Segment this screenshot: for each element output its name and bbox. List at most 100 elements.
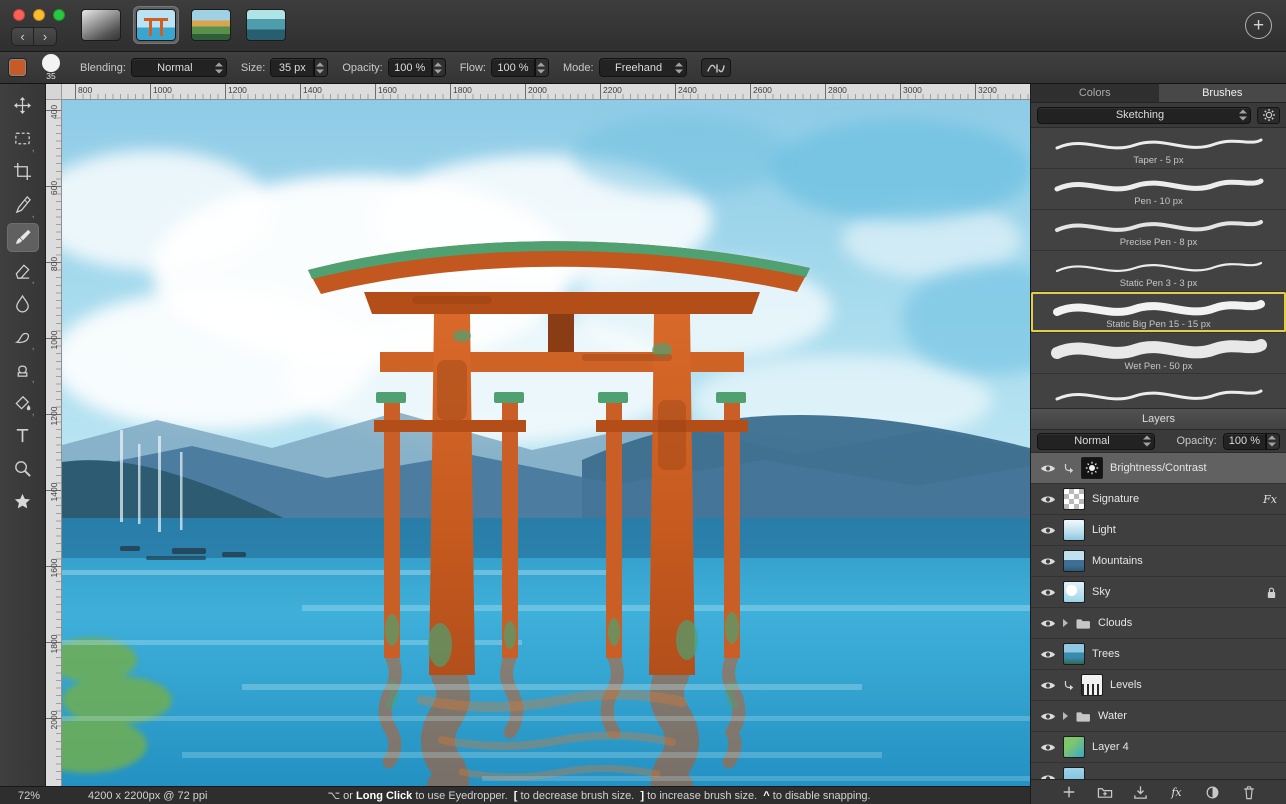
opacity-value[interactable]: 100 %: [388, 58, 432, 77]
brush-category-value: Sketching: [1116, 109, 1164, 121]
brush-item[interactable]: Pen - 10 px: [1031, 169, 1286, 210]
layer-row-trees[interactable]: Trees: [1031, 639, 1286, 670]
visibility-eye-icon[interactable]: [1040, 463, 1056, 474]
star-icon: [13, 492, 32, 511]
visibility-eye-icon[interactable]: [1040, 556, 1056, 567]
flow-stepper[interactable]: 100 %: [491, 58, 549, 77]
layer-thumbnail[interactable]: [1063, 550, 1085, 572]
brush-category-dropdown[interactable]: Sketching: [1037, 107, 1251, 124]
tool-move[interactable]: [7, 91, 39, 120]
zoom-window-button[interactable]: [53, 9, 65, 21]
tool-pen[interactable]: ,: [7, 190, 39, 219]
flow-value[interactable]: 100 %: [491, 58, 535, 77]
close-window-button[interactable]: [13, 9, 25, 21]
ruler-vertical[interactable]: 400600800100012001400160018002000: [46, 100, 62, 786]
layer-row-sky[interactable]: Sky: [1031, 577, 1286, 608]
visibility-eye-icon[interactable]: [1040, 618, 1056, 629]
visibility-eye-icon[interactable]: [1040, 680, 1056, 691]
document-tab-2[interactable]: [133, 6, 179, 44]
layer-row-clouds[interactable]: Clouds: [1031, 608, 1286, 639]
layer-row-mountains[interactable]: Mountains: [1031, 546, 1286, 577]
layer-row-levels[interactable]: Levels: [1031, 670, 1286, 701]
brush-item[interactable]: Taper - 5 px: [1031, 128, 1286, 169]
forward-button[interactable]: ›: [34, 27, 57, 46]
tool-flood-fill[interactable]: ,: [7, 388, 39, 417]
layer-row-layer4[interactable]: Layer 4: [1031, 732, 1286, 763]
layer-effects-button[interactable]: fx: [1167, 783, 1187, 801]
tool-smudge[interactable]: ,: [7, 322, 39, 351]
layer-opacity-spin-buttons[interactable]: [1266, 433, 1280, 450]
layer-thumbnail[interactable]: [1063, 643, 1085, 665]
brush-item[interactable]: Precise Pen - 8 px: [1031, 210, 1286, 251]
disclosure-triangle-icon[interactable]: [1063, 712, 1068, 720]
layer-thumbnail[interactable]: [1063, 736, 1085, 758]
layer-fx-badge[interactable]: Fx: [1263, 493, 1277, 506]
brush-item[interactable]: [1031, 374, 1286, 408]
visibility-eye-icon[interactable]: [1040, 649, 1056, 660]
tab-brushes[interactable]: Brushes: [1159, 84, 1286, 102]
layer-lock-badge[interactable]: [1266, 586, 1277, 599]
adjustment-thumbnail[interactable]: [1081, 674, 1103, 696]
size-value[interactable]: 35 px: [270, 58, 314, 77]
tool-blur[interactable]: [7, 289, 39, 318]
document-tab-1[interactable]: [78, 6, 124, 44]
adjustment-thumbnail[interactable]: [1081, 457, 1103, 479]
brush-item-selected[interactable]: Static Big Pen 15 - 15 px: [1031, 292, 1286, 333]
layer-thumbnail[interactable]: [1063, 581, 1085, 603]
stabilizer-button[interactable]: [701, 58, 731, 77]
disclosure-triangle-icon[interactable]: [1063, 619, 1068, 627]
layer-opacity-value[interactable]: 100 %: [1223, 433, 1266, 450]
brush-item[interactable]: Static Pen 3 - 3 px: [1031, 251, 1286, 292]
layer-opacity-stepper[interactable]: 100 %: [1223, 433, 1280, 450]
tool-crop[interactable]: [7, 157, 39, 186]
visibility-eye-icon[interactable]: [1040, 711, 1056, 722]
color-swatch[interactable]: [9, 59, 26, 76]
size-stepper[interactable]: 35 px: [270, 58, 328, 77]
layer-thumbnail[interactable]: [1063, 767, 1085, 779]
merge-layer-button[interactable]: [1131, 783, 1151, 801]
visibility-eye-icon[interactable]: [1040, 525, 1056, 536]
layer-name: Layer 4: [1092, 741, 1277, 753]
tool-zoom[interactable]: [7, 454, 39, 483]
layer-opacity-label: Opacity:: [1176, 435, 1216, 447]
tool-favorites[interactable]: [7, 487, 39, 516]
layer-row-brightness-contrast[interactable]: Brightness/Contrast: [1031, 453, 1286, 484]
visibility-eye-icon[interactable]: [1040, 587, 1056, 598]
size-spin-buttons[interactable]: [314, 58, 328, 77]
tool-paint-brush[interactable]: [7, 223, 39, 252]
delete-layer-button[interactable]: [1239, 783, 1259, 801]
tab-colors[interactable]: Colors: [1031, 84, 1159, 102]
minimize-window-button[interactable]: [33, 9, 45, 21]
layer-row-light[interactable]: Light: [1031, 515, 1286, 546]
tool-marquee[interactable]: ,: [7, 124, 39, 153]
layer-row-partial[interactable]: [1031, 763, 1286, 779]
visibility-eye-icon[interactable]: [1040, 494, 1056, 505]
dropdown-arrows-icon: [215, 61, 223, 74]
mode-dropdown[interactable]: Freehand: [599, 58, 687, 77]
back-button[interactable]: ‹: [11, 27, 34, 46]
ruler-horizontal[interactable]: 8001000120014001600180020002200240026002…: [62, 84, 1030, 100]
layer-blend-dropdown[interactable]: Normal: [1037, 433, 1155, 450]
tools-panel: , , , , , ,: [0, 84, 46, 786]
opacity-spin-buttons[interactable]: [432, 58, 446, 77]
layer-row-water[interactable]: Water: [1031, 701, 1286, 732]
opacity-stepper[interactable]: 100 %: [388, 58, 446, 77]
layer-row-signature[interactable]: Signature Fx: [1031, 484, 1286, 515]
brush-settings-button[interactable]: [1257, 107, 1280, 124]
new-document-button[interactable]: +: [1245, 12, 1272, 39]
document-tab-3[interactable]: [188, 6, 234, 44]
document-tab-4[interactable]: [243, 6, 289, 44]
add-layer-button[interactable]: [1059, 783, 1079, 801]
brush-item[interactable]: Wet Pen - 50 px: [1031, 333, 1286, 374]
tool-text[interactable]: [7, 421, 39, 450]
tool-eraser[interactable]: ,: [7, 256, 39, 285]
flow-spin-buttons[interactable]: [535, 58, 549, 77]
add-group-button[interactable]: [1095, 783, 1115, 801]
visibility-eye-icon[interactable]: [1040, 742, 1056, 753]
layer-thumbnail[interactable]: [1063, 519, 1085, 541]
canvas[interactable]: [62, 100, 1030, 786]
layer-thumbnail[interactable]: [1063, 488, 1085, 510]
tool-clone-stamp[interactable]: ,: [7, 355, 39, 384]
adjustment-button[interactable]: [1203, 783, 1223, 801]
blending-dropdown[interactable]: Normal: [131, 58, 227, 77]
